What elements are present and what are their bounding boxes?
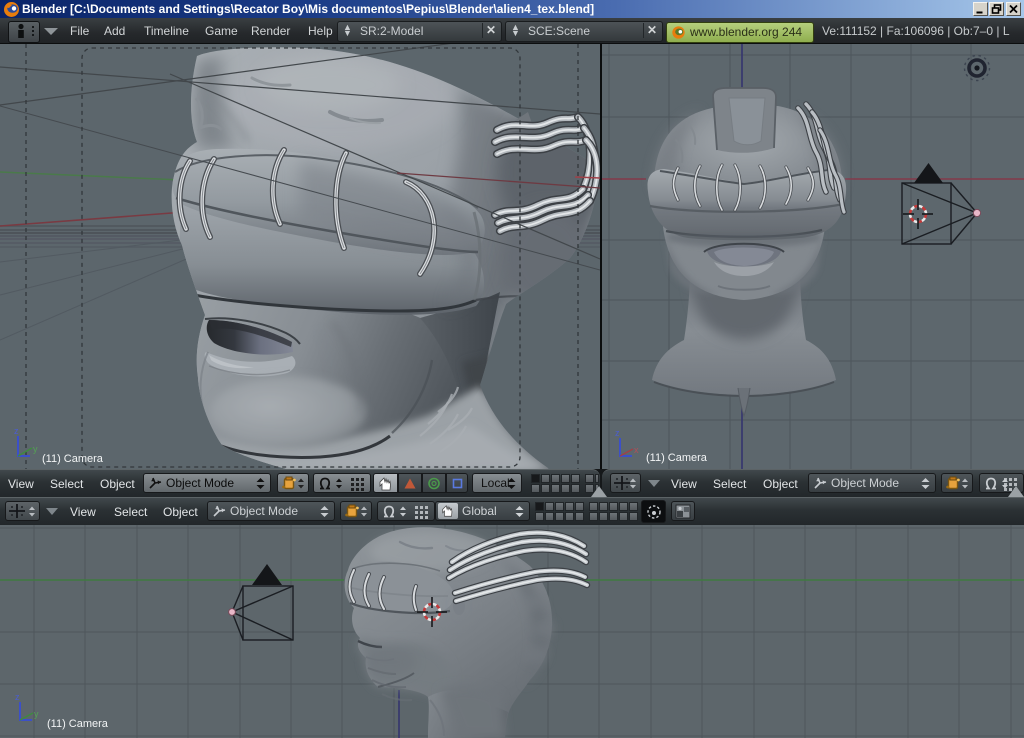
- svg-text:x: x: [634, 445, 639, 455]
- svg-text:z: z: [14, 426, 19, 436]
- svg-text:(11) Camera: (11) Camera: [646, 452, 708, 464]
- svg-text:y: y: [33, 444, 38, 454]
- svg-text:z: z: [15, 692, 20, 702]
- svg-text:(11) Camera: (11) Camera: [47, 718, 109, 730]
- svg-text:y: y: [34, 709, 39, 719]
- svg-text:z: z: [615, 428, 620, 438]
- svg-text:(11) Camera: (11) Camera: [42, 453, 104, 465]
